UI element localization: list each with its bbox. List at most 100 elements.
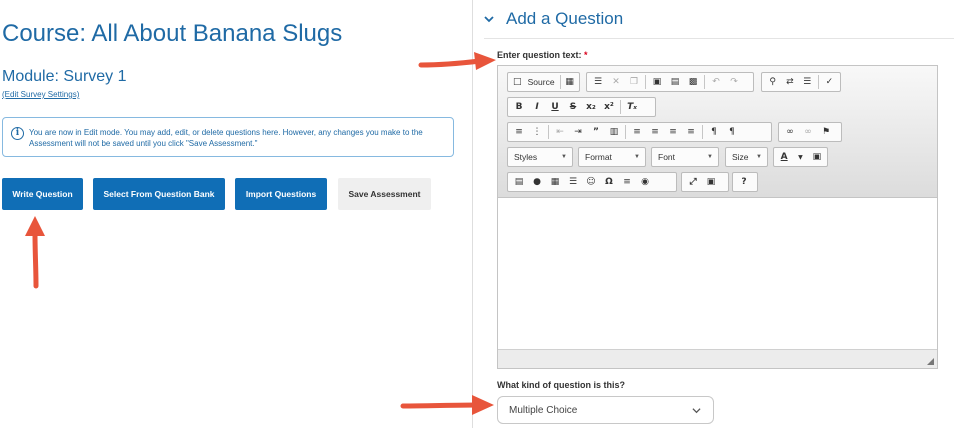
replace-icon[interactable]: ⇄: [781, 74, 798, 90]
italic-icon[interactable]: I: [528, 99, 546, 115]
rich-text-editor: □ Source ▦ ☰ ✕ ❐ ▣ ▤ ▩ ↶ ↷ ⚲ ⇄ ☰ ✓ B I U…: [497, 65, 938, 369]
toolbar-group-clipboard: ☰ ✕ ❐ ▣ ▤ ▩ ↶ ↷: [586, 72, 754, 92]
iframe-icon[interactable]: ◉: [636, 174, 654, 190]
strikethrough-icon[interactable]: S: [564, 99, 582, 115]
size-dropdown-label: Size: [732, 152, 749, 162]
chevron-down-icon: [484, 16, 494, 23]
table-icon[interactable]: ▦: [546, 174, 564, 190]
format-dropdown[interactable]: Format ▼: [578, 147, 646, 167]
align-center-icon[interactable]: ≡: [646, 124, 664, 140]
preview-icon[interactable]: ▦: [562, 74, 577, 90]
question-type-label: What kind of question is this?: [497, 380, 625, 390]
find-icon[interactable]: ⚲: [764, 74, 781, 90]
toolbar-group-insert: ▤ ● ▦ ☰ ☺ Ω ≡ ◉: [507, 172, 677, 192]
remove-format-icon[interactable]: Tₓ: [623, 99, 641, 115]
edit-mode-notice-text: You are now in Edit mode. You may add, e…: [29, 128, 423, 148]
add-question-title: Add a Question: [506, 9, 624, 28]
source-icon: □: [513, 77, 522, 87]
toolbar-group-colors: A ▼ ▣: [773, 147, 828, 167]
subscript-icon[interactable]: x₂: [582, 99, 600, 115]
toolbar-group-basicstyles: B I U S x₂ x² Tₓ: [507, 97, 656, 117]
indent-icon[interactable]: ⇥: [569, 124, 587, 140]
font-dropdown[interactable]: Font ▼: [651, 147, 719, 167]
page-break-icon[interactable]: ≡: [618, 174, 636, 190]
edit-survey-settings-link[interactable]: (Edit Survey Settings): [2, 90, 79, 99]
blockquote-icon[interactable]: ”: [587, 124, 605, 140]
superscript-icon[interactable]: x²: [600, 99, 618, 115]
paste-word-icon[interactable]: ▩: [684, 74, 702, 90]
format-dropdown-label: Format: [585, 152, 612, 162]
numbered-list-icon[interactable]: ≡: [510, 124, 528, 140]
dropdown-arrow-icon: ▼: [561, 154, 567, 160]
resize-handle-icon[interactable]: [927, 358, 934, 365]
redo-icon[interactable]: ↷: [725, 74, 743, 90]
styles-dropdown-label: Styles: [514, 152, 538, 162]
special-char-icon[interactable]: Ω: [600, 174, 618, 190]
dropdown-arrow-icon: ▼: [634, 154, 640, 160]
maximize-icon[interactable]: ⤢: [684, 174, 702, 190]
toolbar-group-tools: ⤢ ▣: [681, 172, 729, 192]
text-color-arrow-icon[interactable]: ▼: [792, 149, 808, 165]
styles-dropdown[interactable]: Styles ▼: [507, 147, 573, 167]
source-button[interactable]: Source: [525, 77, 558, 87]
creatediv-icon[interactable]: ▥: [605, 124, 623, 140]
question-text-label: Enter question text: *: [497, 50, 588, 60]
font-dropdown-label: Font: [658, 152, 676, 162]
import-questions-button[interactable]: Import Questions: [235, 178, 327, 210]
smiley-icon[interactable]: ☺: [582, 174, 600, 190]
editor-status-bar: [498, 349, 937, 368]
spellcheck-icon[interactable]: ✓: [821, 74, 838, 90]
course-title: Course: All About Banana Slugs: [2, 20, 343, 47]
module-title: Module: Survey 1: [2, 68, 127, 85]
question-type-select[interactable]: Multiple Choice: [497, 396, 714, 424]
link-icon[interactable]: ∞: [781, 124, 799, 140]
required-marker: *: [584, 50, 588, 60]
background-color-icon[interactable]: ▣: [809, 149, 825, 165]
annotation-arrow-question-text: [418, 52, 496, 70]
help-icon[interactable]: ?: [735, 174, 753, 190]
flash-icon[interactable]: ●: [528, 174, 546, 190]
template-icon[interactable]: ☰: [589, 74, 607, 90]
annotation-arrow-question-type: [400, 395, 494, 415]
undo-icon[interactable]: ↶: [707, 74, 725, 90]
anchor-flag-icon[interactable]: ⚑: [817, 124, 835, 140]
select-from-question-bank-button[interactable]: Select From Question Bank: [93, 178, 225, 210]
write-question-button[interactable]: Write Question: [2, 178, 83, 210]
paste-icon[interactable]: ▣: [648, 74, 666, 90]
horizontal-line-icon[interactable]: ☰: [564, 174, 582, 190]
info-icon: i: [11, 127, 24, 140]
unlink-icon[interactable]: ∞: [799, 124, 817, 140]
justify-icon[interactable]: ≡: [682, 124, 700, 140]
editor-toolbar: □ Source ▦ ☰ ✕ ❐ ▣ ▤ ▩ ↶ ↷ ⚲ ⇄ ☰ ✓ B I U…: [498, 66, 937, 198]
annotation-arrow-write-question: [25, 216, 45, 289]
show-blocks-icon[interactable]: ▣: [702, 174, 720, 190]
select-all-icon[interactable]: ☰: [799, 74, 816, 90]
toolbar-group-links: ∞ ∞ ⚑: [778, 122, 842, 142]
align-left-icon[interactable]: ≡: [628, 124, 646, 140]
cut-icon[interactable]: ✕: [607, 74, 625, 90]
text-direction-rtl-icon[interactable]: ¶: [723, 124, 741, 140]
image-icon[interactable]: ▤: [510, 174, 528, 190]
chevron-down-icon: [692, 408, 701, 414]
bulleted-list-icon[interactable]: ⋮: [528, 124, 546, 140]
toolbar-group-document: □ Source ▦: [507, 72, 580, 92]
bold-icon[interactable]: B: [510, 99, 528, 115]
toolbar-group-paragraph: ≡ ⋮ ⇤ ⇥ ” ▥ ≡ ≡ ≡ ≡ ¶ ¶: [507, 122, 772, 142]
save-assessment-button[interactable]: Save Assessment: [338, 178, 431, 210]
text-direction-ltr-icon[interactable]: ¶: [705, 124, 723, 140]
question-text-label-text: Enter question text:: [497, 50, 582, 60]
copy-icon[interactable]: ❐: [625, 74, 643, 90]
header-divider: [484, 38, 954, 39]
dropdown-arrow-icon: ▼: [707, 154, 713, 160]
underline-icon[interactable]: U: [546, 99, 564, 115]
size-dropdown[interactable]: Size ▼: [725, 147, 768, 167]
paste-text-icon[interactable]: ▤: [666, 74, 684, 90]
align-right-icon[interactable]: ≡: [664, 124, 682, 140]
toolbar-group-editing: ⚲ ⇄ ☰ ✓: [761, 72, 841, 92]
toolbar-group-about: ?: [732, 172, 758, 192]
question-text-input[interactable]: [498, 199, 937, 349]
text-color-icon[interactable]: A: [776, 149, 792, 165]
dropdown-arrow-icon: ▼: [756, 154, 762, 160]
outdent-icon[interactable]: ⇤: [551, 124, 569, 140]
question-type-selected-value: Multiple Choice: [509, 405, 578, 416]
